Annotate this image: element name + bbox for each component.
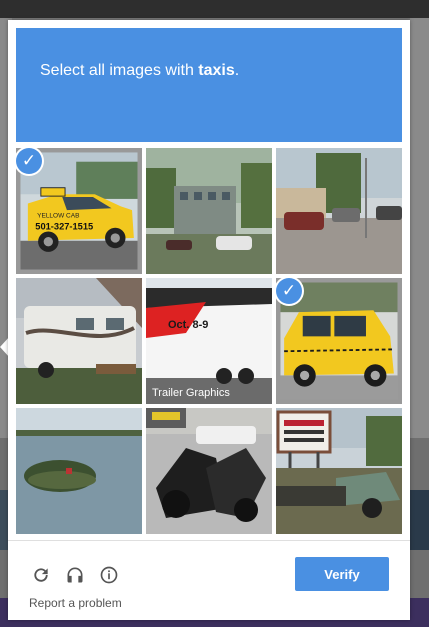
- old-truck-image: [276, 408, 402, 534]
- background-right-strip: [410, 490, 429, 550]
- image-tile-5[interactable]: Oct. 8-9 Trailer Graphics: [146, 278, 272, 404]
- verify-button[interactable]: Verify: [295, 557, 389, 591]
- motorcycles-image: [146, 408, 272, 534]
- parking-lot-image: [276, 148, 402, 274]
- image-tile-3[interactable]: [276, 148, 402, 274]
- svg-text:YELLOW CAB: YELLOW CAB: [37, 213, 79, 220]
- background-right-panel: [410, 18, 429, 438]
- info-icon-glyph: [100, 566, 118, 584]
- reload-icon-glyph: [34, 568, 48, 582]
- parking-lot-image: [146, 148, 272, 274]
- info-icon[interactable]: [97, 563, 121, 587]
- reload-icon[interactable]: [29, 563, 53, 587]
- report-problem-link[interactable]: Report a problem: [29, 596, 122, 610]
- image-tile-8[interactable]: [146, 408, 272, 534]
- captcha-dialog: Select all images with taxis. YELLOW CAB…: [8, 20, 410, 620]
- image-tile-2[interactable]: [146, 148, 272, 274]
- captcha-header: Select all images with taxis.: [16, 28, 402, 142]
- footer-divider: [8, 540, 410, 541]
- image-tile-7[interactable]: [16, 408, 142, 534]
- image-grid: YELLOW CAB 501-327-1515 Oct. 8-9 Trailer…: [16, 148, 402, 534]
- image-tile-4[interactable]: [16, 278, 142, 404]
- svg-text:501-327-1515: 501-327-1515: [35, 222, 93, 232]
- rv-camper-image: [16, 278, 142, 404]
- svg-text:Oct. 8-9: Oct. 8-9: [168, 319, 208, 331]
- captcha-instruction: Select all images with taxis.: [40, 62, 240, 79]
- headphones-icon[interactable]: [63, 563, 87, 587]
- headphones-icon-glyph: [67, 567, 83, 583]
- island-lake-image: [16, 408, 142, 534]
- tile-6-selected-check-icon: ✓: [276, 278, 302, 304]
- svg-text:Trailer Graphics: Trailer Graphics: [152, 387, 230, 399]
- image-tile-9[interactable]: [276, 408, 402, 534]
- captcha-target-word: taxis: [198, 62, 235, 79]
- footer-icon-group: [29, 563, 121, 587]
- trailer-graphics-image: Oct. 8-9 Trailer Graphics: [146, 278, 272, 404]
- background-top-bar: [0, 0, 429, 18]
- tile-1-selected-check-icon: ✓: [16, 148, 42, 174]
